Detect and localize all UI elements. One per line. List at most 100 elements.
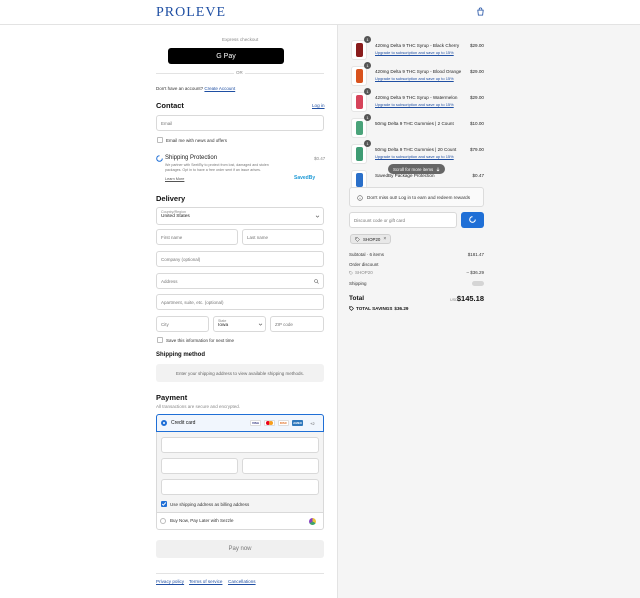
- card-name-field[interactable]: [161, 479, 319, 495]
- credit-card-radio[interactable]: [161, 420, 167, 426]
- company-field[interactable]: Company (optional): [156, 251, 324, 267]
- quantity-badge: 1: [364, 140, 371, 147]
- address-placeholder: Address: [161, 278, 178, 284]
- search-icon: [314, 279, 319, 284]
- site-header: PROLEVE: [0, 0, 640, 25]
- privacy-policy-link[interactable]: Privacy policy: [156, 579, 184, 584]
- product-name: 420mg Delta 9 THC Syrup - Blood Orange: [375, 69, 462, 74]
- product-price: $29.00: [469, 69, 484, 74]
- email-field[interactable]: Email: [156, 115, 324, 131]
- sezzle-logo-icon: [309, 518, 316, 525]
- login-link[interactable]: Log in: [312, 103, 325, 108]
- tag-icon: [355, 236, 360, 242]
- subscription-upsell-link[interactable]: Upgrade to subscription and save up to 1…: [375, 154, 454, 159]
- mastercard-icon: [264, 420, 275, 426]
- express-checkout-title: Express checkout: [222, 37, 259, 42]
- subscription-upsell-link[interactable]: Upgrade to subscription and save up to 1…: [375, 102, 454, 107]
- product-image: [355, 173, 363, 187]
- cancellations-link[interactable]: Cancellations: [228, 579, 256, 584]
- account-prompt: Don't have an account? Create Account: [156, 86, 235, 91]
- state-select[interactable]: State Iowa: [213, 316, 266, 332]
- discover-icon: DISC: [278, 420, 289, 426]
- product-image: [355, 69, 363, 83]
- remove-tag-icon[interactable]: ×: [383, 236, 386, 242]
- brand-logo[interactable]: PROLEVE: [156, 5, 226, 21]
- city-field[interactable]: City: [156, 316, 209, 332]
- contact-heading: Contact: [156, 101, 184, 110]
- sezzle-radio[interactable]: [160, 518, 166, 524]
- create-account-link[interactable]: Create Account: [204, 86, 235, 91]
- visa-icon: VISA: [250, 420, 261, 426]
- shipping-method-note: Enter your shipping address to view avai…: [156, 364, 324, 382]
- discount-code-field[interactable]: Discount code or gift card: [349, 212, 457, 228]
- pay-now-button[interactable]: Pay now: [156, 540, 324, 558]
- subtotal-label: Subtotal · 6 items: [349, 252, 385, 257]
- card-number-field[interactable]: [161, 437, 319, 453]
- product-price: $79.00: [469, 147, 484, 152]
- quantity-badge: 1: [364, 88, 371, 95]
- chevron-down-icon: [258, 323, 263, 326]
- credit-card-option[interactable]: Credit card VISA DISC AMEX +2: [156, 414, 324, 432]
- product-thumbnail: [351, 144, 367, 164]
- shipping-method-heading: Shipping method: [156, 352, 205, 358]
- account-prompt-text: Don't have an account?: [156, 86, 204, 91]
- product-name: 50mg Delta 9 THC Gummies | 2 Count: [375, 121, 454, 126]
- product-thumbnail: [351, 66, 367, 86]
- sezzle-label[interactable]: Buy Now, Pay Later with Sezzle: [170, 518, 234, 523]
- country-select[interactable]: Country/Region United States: [156, 207, 324, 225]
- tag-icon: [349, 270, 353, 275]
- shipping-protection-price: $0.47: [314, 156, 326, 161]
- discount-code-row: SHOP20: [349, 270, 373, 275]
- product-thumbnail: [351, 92, 367, 112]
- quantity-badge: 1: [364, 114, 371, 121]
- terms-of-service-link[interactable]: Terms of service: [189, 579, 222, 584]
- google-pay-button[interactable]: G Pay: [168, 48, 284, 64]
- delivery-heading: Delivery: [156, 194, 186, 203]
- card-cvv-field[interactable]: [242, 458, 319, 474]
- discount-amount: – $36.29: [466, 270, 484, 275]
- amex-icon: AMEX: [292, 420, 303, 426]
- product-name: 50mg Delta 9 THC Gummies | 20 Count: [375, 147, 457, 152]
- discount-tag: SHOP20 ×: [350, 234, 392, 244]
- product-price: $10.00: [469, 121, 484, 126]
- product-name: 420mg Delta 9 THC Syrup - Black Cherry: [375, 43, 460, 48]
- first-name-field[interactable]: First name: [156, 229, 238, 245]
- total-value: $145.18: [456, 294, 484, 303]
- news-checkbox[interactable]: [157, 137, 163, 143]
- discount-tag-label: SHOP20: [363, 236, 381, 242]
- total-savings: TOTAL SAVINGS $36.29: [349, 306, 408, 311]
- subscription-upsell-link[interactable]: Upgrade to subscription and save up to 1…: [375, 76, 454, 81]
- apartment-field[interactable]: Apartment, suite, etc. (optional): [156, 294, 324, 310]
- shipping-protection-title: Shipping Protection: [165, 155, 218, 161]
- check-icon: [161, 502, 167, 506]
- or-label: OR: [234, 70, 245, 75]
- order-discount-label: Order discount: [349, 262, 379, 267]
- rewards-banner: Don't miss out! Log in to earn and redee…: [349, 187, 484, 207]
- credit-card-label: Credit card: [171, 420, 196, 426]
- subtotal-value: $181.47: [467, 252, 484, 257]
- apply-discount-button[interactable]: [461, 212, 484, 228]
- subscription-upsell-link[interactable]: Upgrade to subscription and save up to 1…: [375, 50, 454, 55]
- product-price: $29.00: [469, 95, 484, 100]
- product-image: [355, 95, 363, 109]
- arrow-down-icon: [436, 167, 440, 171]
- spinner-icon: [156, 155, 163, 162]
- learn-more-link[interactable]: Learn More: [165, 177, 184, 181]
- address-field[interactable]: Address: [156, 273, 324, 289]
- billing-same-label: Use shipping address as billing address: [170, 502, 250, 507]
- last-name-field[interactable]: Last name: [242, 229, 324, 245]
- payment-divider: [156, 512, 324, 513]
- rewards-text[interactable]: Don't miss out! Log in to earn and redee…: [367, 195, 470, 200]
- product-image: [355, 43, 363, 57]
- scroll-hint-pill[interactable]: Scroll for more items: [388, 164, 446, 174]
- quantity-badge: 1: [364, 36, 371, 43]
- save-info-label: Save this information for next time: [166, 338, 235, 343]
- card-expiry-field[interactable]: [161, 458, 238, 474]
- product-thumbnail: [351, 40, 367, 60]
- billing-same-checkbox[interactable]: [161, 501, 167, 507]
- save-info-checkbox[interactable]: [157, 337, 163, 343]
- shopping-bag-icon[interactable]: [476, 7, 485, 16]
- product-image: [355, 147, 363, 161]
- zip-field[interactable]: ZIP code: [270, 316, 324, 332]
- shipping-protection-desc: We partner with Seel/By to protect from …: [165, 163, 269, 172]
